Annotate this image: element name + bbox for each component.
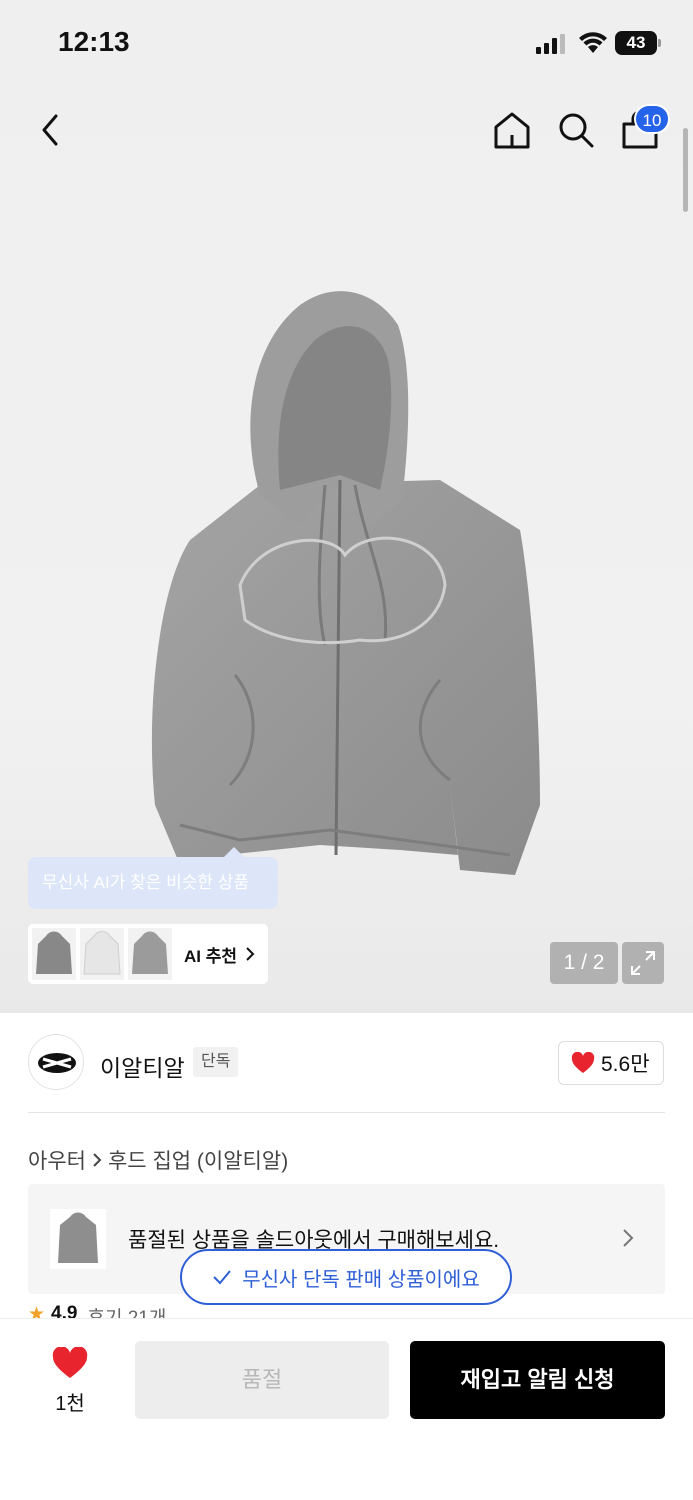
exclusive-sale-text: 무신사 단독 판매 상품이에요 xyxy=(242,1268,480,1291)
brand-like-count: 5.6만 xyxy=(601,1053,650,1076)
breadcrumb: 아우터 후드 집업 (이알티알) xyxy=(28,1145,288,1175)
star-icon: ★ xyxy=(28,1304,46,1319)
battery-indicator: 43 xyxy=(615,31,661,55)
cart-count-badge[interactable]: 10 xyxy=(634,104,670,134)
brand-row[interactable]: 이알티알 단독 5.6만 xyxy=(28,1034,665,1092)
brand-name[interactable]: 이알티알 xyxy=(100,1049,185,1083)
ai-recommend-label[interactable]: AI 추천 xyxy=(184,942,237,967)
image-page-indicator: 1 / 2 xyxy=(550,942,618,984)
heart-like-icon[interactable] xyxy=(52,1347,88,1379)
restock-alert-button[interactable]: 재입고 알림 신청 xyxy=(410,1341,665,1419)
chevron-right-icon xyxy=(623,1229,634,1247)
exclusive-sale-badge: 무신사 단독 판매 상품이에요 xyxy=(180,1249,512,1305)
checkmark-icon xyxy=(213,1270,232,1285)
breadcrumb-subcategory[interactable]: 후드 집업 (이알티알) xyxy=(108,1145,288,1175)
wifi-icon xyxy=(579,32,607,53)
product-image-area[interactable]: 12:13 43 10 무신사 AI가 찾은 비슷한 상품 AI 추천 1 / … xyxy=(0,0,693,1013)
cellular-signal-icon xyxy=(536,34,565,54)
review-count: 후기 21개 xyxy=(87,1308,167,1319)
like-count: 1천 xyxy=(55,1393,85,1415)
chevron-right-icon xyxy=(246,947,255,961)
status-bar: 12:13 43 xyxy=(0,0,693,88)
recommend-thumb-2[interactable] xyxy=(80,928,124,980)
brand-like-button[interactable]: 5.6만 xyxy=(558,1041,664,1085)
ai-similar-tooltip: 무신사 AI가 찾은 비슷한 상품 xyxy=(28,847,278,909)
heart-icon xyxy=(571,1052,595,1073)
hoodie-product-image[interactable] xyxy=(140,285,540,885)
expand-image-button[interactable] xyxy=(622,942,664,984)
home-icon[interactable] xyxy=(492,110,532,150)
recommend-thumb-3[interactable] xyxy=(128,928,172,980)
soldout-product-thumb xyxy=(50,1209,106,1269)
ai-recommend-card[interactable]: AI 추천 xyxy=(28,924,268,984)
divider xyxy=(28,1112,665,1113)
chevron-right-icon xyxy=(93,1153,102,1167)
review-rating: 4.9 xyxy=(51,1303,78,1319)
scrollbar[interactable] xyxy=(683,128,688,212)
back-arrow-icon[interactable] xyxy=(36,112,64,148)
battery-percent: 43 xyxy=(626,33,646,52)
brand-logo[interactable] xyxy=(28,1034,84,1090)
breadcrumb-category[interactable]: 아우터 xyxy=(28,1145,86,1175)
soldout-button: 품절 xyxy=(135,1341,389,1419)
expand-icon xyxy=(631,951,655,975)
recommend-thumb-1[interactable] xyxy=(32,928,76,980)
status-time: 12:13 xyxy=(58,26,130,57)
bottom-action-bar: 1천 품절 재입고 알림 신청 xyxy=(0,1318,693,1500)
search-icon[interactable] xyxy=(556,110,596,150)
review-summary[interactable]: ★ 4.9 후기 21개 xyxy=(28,1303,166,1319)
exclusive-tag: 단독 xyxy=(193,1047,239,1077)
